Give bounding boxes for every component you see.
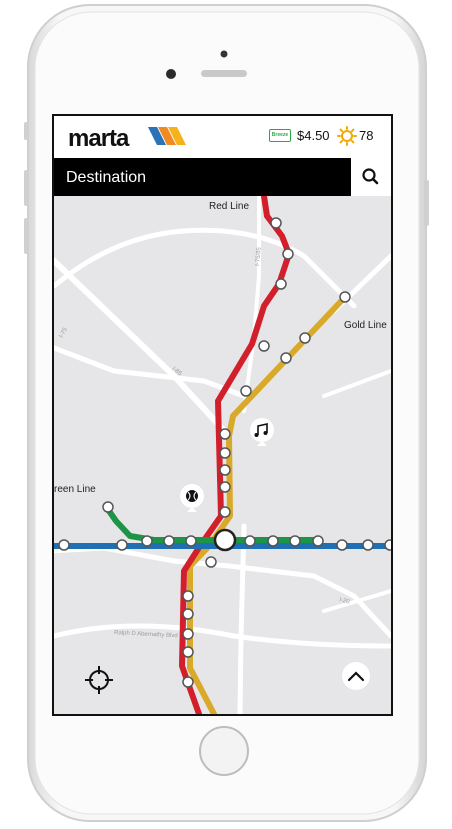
station (312, 535, 324, 547)
station (339, 291, 351, 303)
transit-map[interactable]: I-75 I-85 I-75/85 I-20 Ralph D Abernathy… (54, 196, 391, 714)
app-screen: marta Breeze $4.50 78 Destination I-75 I… (54, 116, 391, 714)
station (280, 352, 292, 364)
fare-balance[interactable]: $4.50 (297, 128, 330, 143)
hub-station (213, 528, 237, 552)
station (384, 539, 391, 551)
station (336, 539, 348, 551)
station (182, 676, 194, 688)
expand-button[interactable] (342, 662, 370, 690)
destination-input[interactable]: Destination (54, 158, 351, 196)
station (102, 501, 114, 513)
station (240, 385, 252, 397)
station (163, 535, 175, 547)
temperature: 78 (359, 128, 374, 143)
station (182, 628, 194, 640)
red-line-label: Red Line (209, 201, 249, 212)
station (219, 464, 231, 476)
breeze-card-icon[interactable]: Breeze (269, 129, 291, 142)
station (116, 539, 128, 551)
station (299, 332, 311, 344)
station (219, 506, 231, 518)
station (182, 646, 194, 658)
station (219, 481, 231, 493)
station (182, 608, 194, 620)
app-header: marta Breeze $4.50 78 (54, 116, 391, 158)
search-button[interactable] (351, 158, 391, 196)
station (275, 278, 287, 290)
station (185, 535, 197, 547)
marta-logo-mark (148, 127, 186, 145)
station (205, 556, 217, 568)
station (141, 535, 153, 547)
gold-line-label: Gold Line (344, 320, 387, 331)
sun-icon (337, 126, 357, 146)
station (362, 539, 374, 551)
station (267, 535, 279, 547)
station (270, 217, 282, 229)
station (258, 340, 270, 352)
marta-logo: marta (68, 125, 129, 152)
green-line-label: reen Line (54, 484, 96, 495)
station (182, 590, 194, 602)
station (58, 539, 70, 551)
station (282, 248, 294, 260)
station (219, 428, 231, 440)
destination-placeholder: Destination (66, 169, 147, 186)
search-icon (362, 168, 379, 185)
station (289, 535, 301, 547)
station (244, 535, 256, 547)
station (219, 447, 231, 459)
